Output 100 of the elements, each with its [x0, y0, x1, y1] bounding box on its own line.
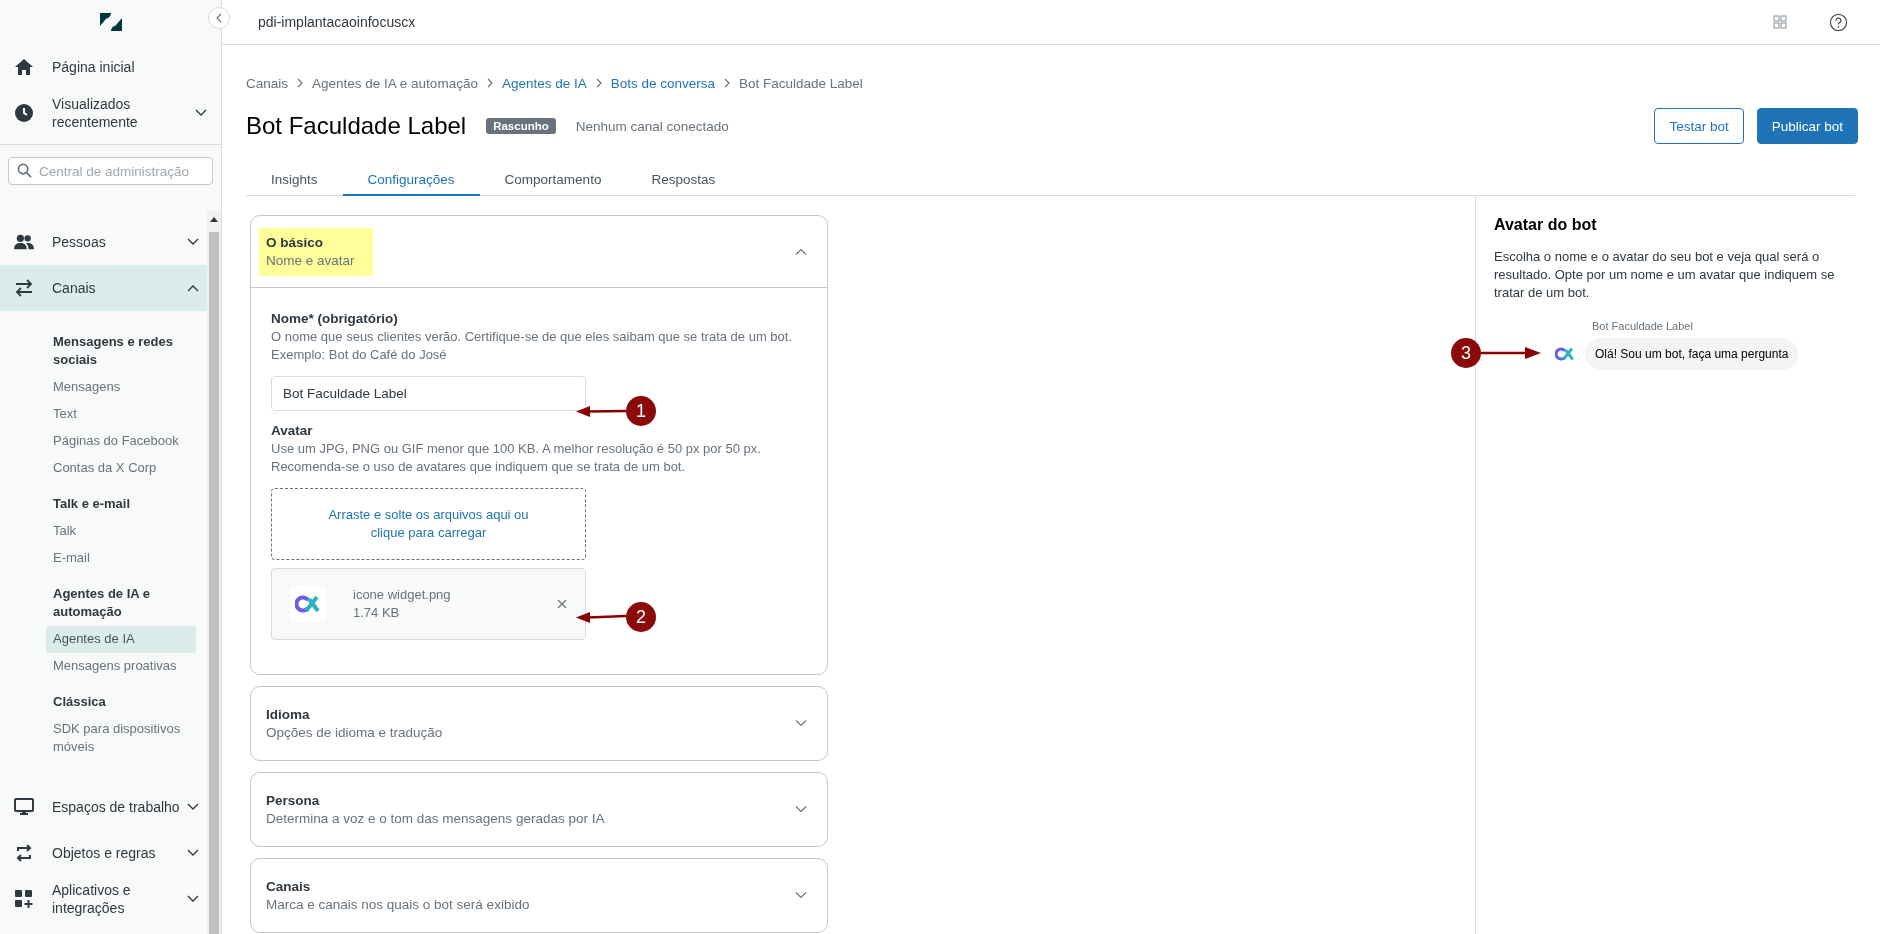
path-label: Canais: [246, 75, 289, 91]
logo-icon: [1555, 347, 1575, 361]
path-label: Agentes de IA e automação: [312, 75, 478, 91]
sub-nav-item[interactable]: Agentes de IA: [46, 626, 196, 653]
nav-label: Canais: [52, 279, 97, 297]
sub-nav-item[interactable]: Mensagens proativas: [46, 653, 196, 680]
hint-text: Recomenda-se o uso de avatares que indiquem que se trata de um bot.: [271, 458, 687, 476]
sub-nav-item[interactable]: Talk: [46, 518, 196, 545]
section-subtitle: Determina a voz e o tom das mensagens geradas por IA: [266, 809, 606, 828]
callout-arrow: [576, 405, 626, 417]
chevron-down-icon[interactable]: [795, 806, 807, 813]
section-title: Canais: [266, 877, 312, 896]
close-icon[interactable]: [557, 599, 567, 609]
apps-grid-icon[interactable]: [1773, 15, 1787, 29]
breadcrumb-link[interactable]: Agentes de IA: [501, 75, 587, 91]
hint-text: Exemplo: Bot do Café do José: [271, 346, 448, 364]
section-subtitle: Marca e canais nos quais o bot será exibido: [266, 895, 531, 914]
bot-name: Bot Faculdade Label: [1592, 320, 1694, 332]
hint-text: O nome que seus clientes verão. Certifique-se de que eles saibam que se trata de um bot.: [271, 328, 793, 346]
nav-item[interactable]: Pessoas: [0, 219, 207, 265]
group-heading: Talk e e-mail: [52, 495, 132, 513]
callout-marker: 3: [1451, 338, 1481, 368]
apps-icon: [14, 889, 34, 909]
swap-icon: [14, 843, 34, 863]
nav-item[interactable]: Página inicial: [0, 44, 221, 90]
chevron-up-icon[interactable]: [795, 248, 807, 255]
section-heading[interactable]: Idioma Opções de idioma e tradução: [259, 699, 795, 748]
sub-nav-item[interactable]: Contas da X Corp: [46, 455, 196, 482]
home-icon: [14, 57, 34, 77]
group-heading: Agentes de IA e automação: [52, 585, 152, 621]
publish-button[interactable]: Publicar bot: [1756, 108, 1858, 144]
hint-text: Use um JPG, PNG ou GIF menor que 100 KB. A melhor resolução é 50 px por 50 px.: [271, 440, 762, 458]
breadcrumb-separator: [486, 78, 493, 88]
arrows-icon: [14, 278, 34, 298]
nav-label: Objetos e regras: [52, 844, 157, 862]
section-subtitle: Opções de idioma e tradução: [266, 723, 444, 742]
panel-description: Escolha o nome e o avatar do seu bot e veja qual será o resultado. Opte por um nome e um avatar que indiquem se tratar de um bot.: [1494, 248, 1836, 302]
help-icon[interactable]: [1829, 12, 1848, 32]
section-title: Idioma: [266, 705, 311, 724]
chat-bubble: Olá! Sou um bot, faça uma pergunta: [1585, 338, 1799, 370]
tab[interactable]: Comportamento: [479, 163, 627, 196]
tab[interactable]: Insights: [246, 163, 343, 196]
scrollbar[interactable]: [207, 211, 221, 934]
logo-icon: [97, 12, 124, 32]
nav-label: Pessoas: [52, 233, 107, 251]
section-heading[interactable]: Canais Marca e canais nos quais o bot será exibido: [259, 871, 795, 920]
scroll-up-icon: [210, 217, 218, 222]
sub-nav-item[interactable]: E-mail: [46, 545, 196, 572]
chevron-left-icon: [216, 13, 222, 23]
test-button[interactable]: Testar bot: [1654, 108, 1744, 144]
chevron-down-icon[interactable]: [795, 720, 807, 727]
breadcrumb-separator: [297, 78, 304, 88]
breadcrumb-separator: [595, 78, 602, 88]
status-text: Nenhum canal conectado: [575, 118, 730, 134]
nav-item[interactable]: Espaços de trabalho: [0, 784, 207, 830]
upload-link[interactable]: clique para carregar: [370, 524, 487, 542]
monitor-icon: [14, 797, 34, 817]
account-name: pdi-implantacaoinfocuscx: [258, 14, 417, 30]
breadcrumb-separator: [724, 78, 731, 88]
search-field[interactable]: Central de administração: [8, 157, 213, 185]
callout-arrow: [1481, 347, 1541, 359]
search-icon: [17, 163, 32, 178]
page-title: Bot Faculdade Label: [246, 112, 467, 140]
highlighted-heading[interactable]: O básico Nome e avatar: [259, 227, 373, 276]
dropzone[interactable]: Arraste e solte os arquivos aqui ou clique para carregar: [271, 488, 586, 560]
path-label: Bot Faculdade Label: [739, 75, 863, 91]
field-label: Nome* (obrigatório): [271, 310, 399, 328]
sub-nav-item[interactable]: SDK para dispositivos móveis: [46, 716, 196, 761]
group-heading: Mensagens e redes sociais: [52, 333, 174, 369]
tab[interactable]: Respostas: [626, 163, 741, 196]
nav-label: Aplicativos e integrações: [52, 881, 132, 917]
chevron-down-icon[interactable]: [795, 892, 807, 899]
callout-marker: 2: [626, 602, 656, 632]
people-icon: [14, 232, 34, 252]
section-subtitle: Nome e avatar: [266, 251, 355, 270]
breadcrumb-link[interactable]: Bots de conversa: [610, 75, 716, 91]
file-size: 1.74 KB: [353, 604, 401, 622]
section-title: Persona: [266, 791, 321, 810]
nav-item[interactable]: Canais: [0, 265, 207, 311]
nav-label: Espaços de trabalho: [52, 798, 181, 816]
sub-nav-item[interactable]: Mensagens: [46, 374, 196, 401]
nav-item[interactable]: Visualizados recentemente: [0, 90, 221, 136]
section-heading[interactable]: Persona Determina a voz e o tom das mensagens geradas por IA: [259, 785, 795, 834]
logo-icon: [295, 595, 321, 613]
callout-marker: 1: [626, 396, 656, 426]
tab[interactable]: Configurações: [342, 163, 480, 196]
name-input[interactable]: Bot Faculdade Label: [271, 376, 586, 411]
panel-title: Avatar do bot: [1494, 216, 1598, 234]
nav-item[interactable]: Objetos e regras: [0, 830, 207, 876]
nav-label: Visualizados recentemente: [52, 95, 139, 131]
file-name: icone widget.png: [353, 586, 452, 604]
upload-link[interactable]: Arraste e solte os arquivos aqui ou: [328, 506, 529, 524]
nav-label: Página inicial: [52, 58, 136, 76]
clock-icon: [14, 103, 34, 123]
callout-arrow: [576, 611, 626, 623]
nav-item[interactable]: Aplicativos e integrações: [0, 876, 207, 922]
sub-nav-item[interactable]: Text: [46, 401, 196, 428]
field-label: Avatar: [271, 422, 314, 440]
section-title: O básico: [266, 233, 325, 252]
sub-nav-item[interactable]: Páginas do Facebook: [46, 428, 196, 455]
